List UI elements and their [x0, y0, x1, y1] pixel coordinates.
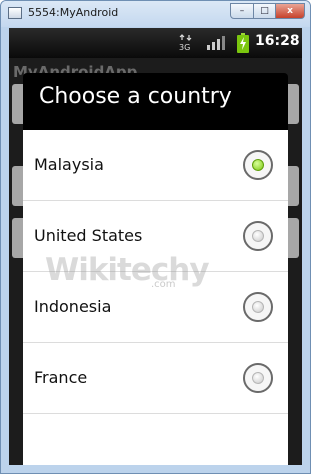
- window-app-icon: [8, 7, 22, 19]
- radio-dot-icon: [252, 159, 264, 171]
- status-bar: 3G 16:28: [9, 28, 302, 58]
- country-option-malaysia[interactable]: Malaysia: [23, 130, 288, 201]
- radio-dot-icon: [252, 301, 264, 313]
- option-label: United States: [34, 226, 143, 245]
- battery-charging-icon: [237, 33, 249, 53]
- radio-button[interactable]: [243, 292, 273, 322]
- option-label: France: [34, 368, 88, 387]
- option-label: Indonesia: [34, 297, 112, 316]
- window-title: 5554:MyAndroid: [28, 6, 119, 19]
- radio-button-selected[interactable]: [243, 150, 273, 180]
- svg-text:3G: 3G: [179, 43, 190, 52]
- close-button[interactable]: x: [275, 3, 305, 19]
- signal-bars-icon: [207, 36, 225, 50]
- status-clock: 16:28: [255, 33, 300, 49]
- country-option-france[interactable]: France: [23, 343, 288, 414]
- list-item-partial: [23, 414, 288, 465]
- window-titlebar[interactable]: 5554:MyAndroid – □ x: [1, 1, 310, 27]
- dialog-title: Choose a country: [39, 84, 232, 109]
- radio-dot-icon: [252, 230, 264, 242]
- emulator-window: 5554:MyAndroid – □ x 3G 16:28 MyAndroidA…: [0, 0, 311, 474]
- country-option-united-states[interactable]: United States: [23, 201, 288, 272]
- android-screen: 3G 16:28 MyAndroidApp Choose a country M…: [9, 28, 302, 465]
- minimize-button[interactable]: –: [230, 3, 254, 19]
- country-choice-list: Malaysia United States Indonesia France: [23, 130, 288, 465]
- radio-button[interactable]: [243, 221, 273, 251]
- country-option-indonesia[interactable]: Indonesia: [23, 272, 288, 343]
- option-label: Malaysia: [34, 155, 104, 174]
- radio-button[interactable]: [243, 363, 273, 393]
- maximize-button[interactable]: □: [253, 3, 276, 19]
- dialog-header: Choose a country: [23, 73, 288, 130]
- 3g-data-icon: 3G: [179, 34, 192, 52]
- radio-dot-icon: [252, 372, 264, 384]
